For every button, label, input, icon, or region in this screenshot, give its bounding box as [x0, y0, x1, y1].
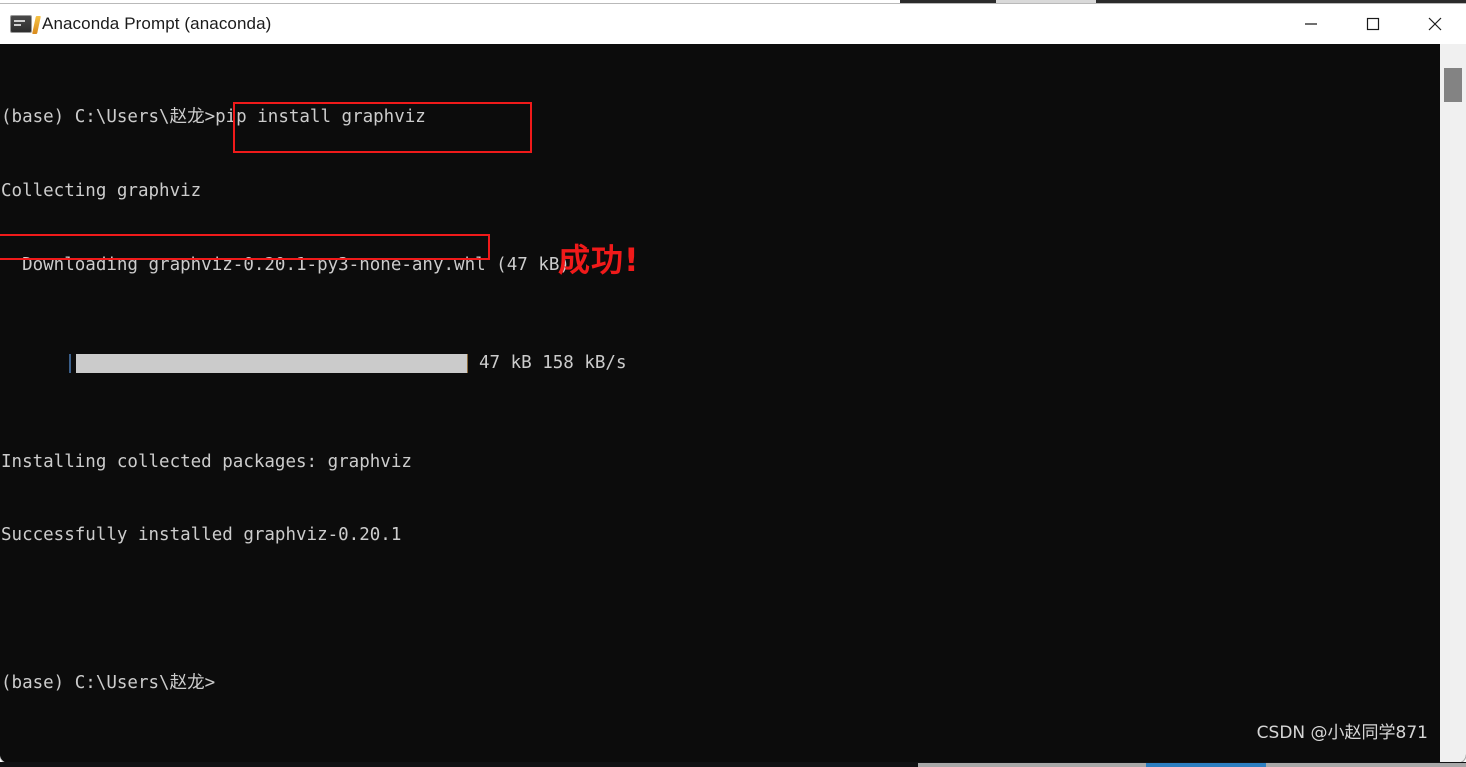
console-text-block: (base) C:\Users\赵龙>pip install graphviz …: [0, 56, 1440, 745]
maximize-button[interactable]: [1342, 4, 1404, 44]
terminal-line: Downloading graphviz-0.20.1-py3-none-any…: [1, 254, 570, 275]
terminal-line: Collecting graphviz: [1, 180, 202, 201]
taskbar-blue-segment: [1146, 763, 1266, 767]
title-bar-left: Anaconda Prompt (anaconda): [0, 14, 1280, 34]
minimize-button[interactable]: [1280, 4, 1342, 44]
terminal-line: Successfully installed graphviz-0.20.1: [1, 525, 402, 546]
terminal-area[interactable]: (base) C:\Users\赵龙>pip install graphviz …: [0, 44, 1466, 763]
progress-bar-fill: [76, 354, 468, 374]
console-output[interactable]: (base) C:\Users\赵龙>pip install graphviz …: [0, 44, 1440, 763]
scrollbar-thumb[interactable]: [1444, 68, 1462, 102]
window-title: Anaconda Prompt (anaconda): [42, 14, 272, 33]
window-controls: [1280, 4, 1466, 44]
close-button[interactable]: [1404, 4, 1466, 44]
maximize-icon: [1366, 17, 1380, 31]
progress-bar-bracket: [69, 354, 71, 374]
terminal-prompt-line: (base) C:\Users\赵龙>: [1, 672, 216, 693]
close-icon: [1428, 17, 1442, 31]
vertical-scrollbar[interactable]: [1440, 44, 1466, 763]
progress-stats-text: 47 kB 158 kB/s: [479, 353, 627, 374]
download-progress-row: 47 kB 158 kB/s: [1, 351, 1440, 376]
desktop-background: Anaconda Prompt (anaconda) (base) C:\Use…: [0, 0, 1466, 767]
terminal-line: Installing collected packages: graphviz: [1, 451, 412, 472]
annotation-success-note: 成功!: [558, 241, 640, 279]
pencil-accent-icon: [32, 16, 41, 34]
anaconda-prompt-window: Anaconda Prompt (anaconda) (base) C:\Use…: [0, 4, 1466, 763]
terminal-line: (base) C:\Users\赵龙>pip install graphviz: [1, 107, 426, 128]
title-bar[interactable]: Anaconda Prompt (anaconda): [0, 4, 1466, 44]
minimize-icon: [1305, 23, 1317, 25]
console-icon: [10, 15, 41, 34]
watermark-text: CSDN @小赵同学871: [1256, 723, 1428, 743]
